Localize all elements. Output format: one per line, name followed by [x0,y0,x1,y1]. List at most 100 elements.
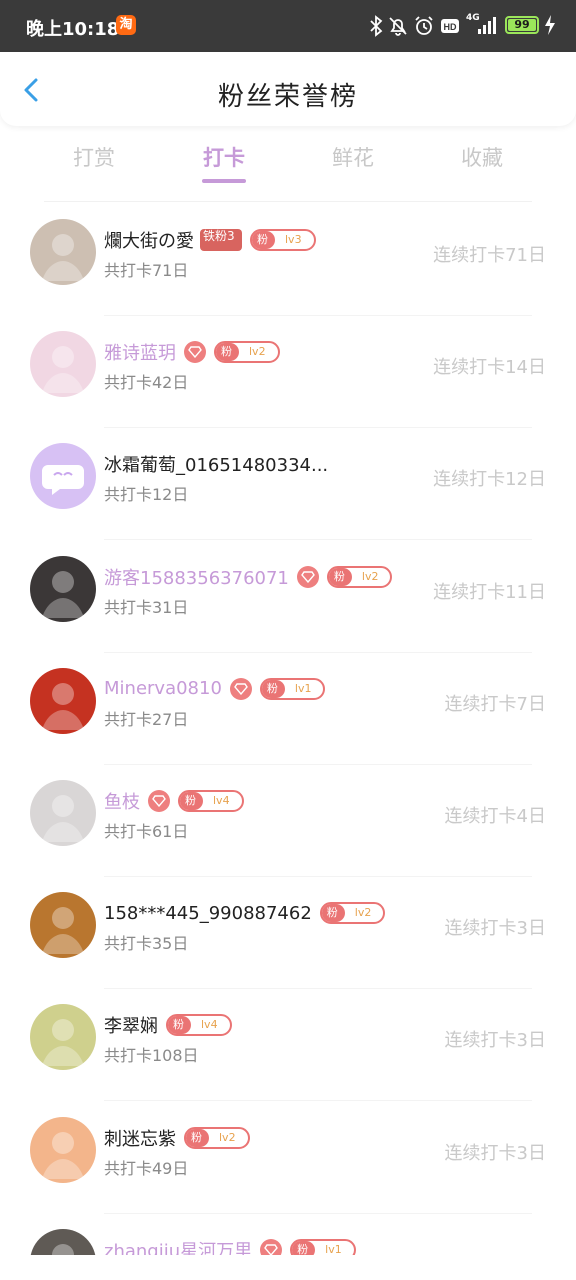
user-name[interactable]: 雅诗蓝玥 [104,339,176,365]
avatar[interactable] [30,1228,96,1255]
list-item[interactable]: 刺迷忘紫粉 lv2 共打卡49日 连续打卡3日 [0,1101,576,1214]
avatar[interactable] [30,443,96,510]
avatar-photo-icon [42,907,84,955]
checkin-streak: 连续打卡3日 [444,1142,546,1164]
name-line: 爛大街の愛 铁粉3 粉 lv3 [104,227,316,253]
total-checkins: 共打卡108日 [104,1046,199,1066]
avatar[interactable] [30,892,96,959]
user-name[interactable]: zhangjiu星河万里 [104,1237,252,1255]
fan-level-badge: 粉 lv1 [259,677,326,700]
fan-level-badge: 粉 lv4 [178,790,244,812]
avatar-photo-icon [42,1019,84,1067]
user-name[interactable]: 李翠娴 [104,1012,158,1038]
divider [44,201,532,202]
alarm-icon [415,16,433,35]
tab-flowers[interactable]: 鲜花 [313,142,393,172]
status-time: 晚上10:18 [26,19,120,40]
mute-bell-icon [389,17,407,36]
iron-fan-badge: 铁粉3 [200,229,242,251]
list-item[interactable]: 雅诗蓝玥 粉 lv2 共打卡42日 连续打卡14日 [0,315,576,429]
bluetooth-icon [370,15,383,37]
list-item[interactable]: 158***445_990887462 粉 lv2 共打卡35日 连续打卡3日 [0,876,576,990]
list-item[interactable]: 鱼枝 粉 lv4 共打卡61日 连续打卡4日 [0,764,576,877]
list-item[interactable]: Minerva0810 粉 lv1 共打卡27日 连续打卡7日 [0,652,576,765]
fan-tag-label: 粉 [252,231,275,249]
chat-bubble-icon [42,465,84,496]
fan-level: lv2 [354,906,372,920]
diamond-icon [184,341,206,364]
total-checkins: 共打卡61日 [104,822,189,841]
fan-tag-label: 粉 [328,567,352,586]
tab-favorites[interactable]: 收藏 [442,142,522,172]
fan-level: lv4 [213,794,230,807]
checkin-streak: 连续打卡14日 [433,357,546,379]
avatar-photo-icon [42,1131,84,1179]
fan-level: lv3 [285,233,302,246]
user-name[interactable]: 游客1588356376071 [104,564,289,590]
checkin-streak: 连续打卡3日 [445,1251,546,1256]
tab-checkin[interactable]: 打卡 [184,142,264,172]
user-name[interactable]: 鱼枝 [104,788,140,814]
fan-level-badge: 粉 lv2 [326,565,393,588]
app-header: 粉丝荣誉榜 [0,52,576,126]
avatar-photo-icon [42,682,84,730]
checkin-streak: 连续打卡3日 [444,918,546,940]
user-name[interactable]: 爛大街の愛 [104,227,194,253]
checkin-streak: 连续打卡7日 [444,693,546,715]
total-checkins: 共打卡31日 [104,597,189,617]
avatar[interactable] [30,1116,96,1183]
active-tab-indicator [202,179,246,183]
signal-icon [478,17,496,34]
fan-level-badge: 粉 lv2 [184,1126,250,1149]
avatar-photo-icon [42,570,84,618]
user-name[interactable]: 158***445_990887462 [104,903,312,924]
battery-level: 99 [508,19,536,31]
taobao-app-icon: 淘 [116,15,136,35]
fan-level: lv4 [201,1018,218,1032]
fan-level: lv2 [361,569,379,583]
fan-level-badge: 粉 lv4 [166,1014,232,1037]
fan-tag-label: 粉 [321,904,345,923]
avatar[interactable] [30,219,96,285]
user-name[interactable]: 刺迷忘紫 [104,1125,176,1151]
total-checkins: 共打卡27日 [104,709,189,729]
avatar[interactable] [30,1004,96,1071]
name-line: 刺迷忘紫粉 lv2 [104,1125,250,1151]
name-line: zhangjiu星河万里 粉 lv1 [104,1237,356,1255]
fan-ranking-list: 爛大街の愛 铁粉3 粉 lv3 共打卡71日 连续打卡71日 雅诗蓝玥粉 lv2 共打卡42日连… [0,203,576,1255]
fan-level-badge: 粉 lv3 [250,229,316,251]
diamond-icon [148,790,170,812]
avatar[interactable] [30,780,96,846]
checkin-streak: 连续打卡3日 [444,1030,546,1052]
fan-level: lv1 [325,1242,342,1255]
battery-indicator: 99 [505,16,539,34]
avatar[interactable] [30,555,96,622]
charging-icon [545,15,555,35]
list-item[interactable]: 爛大街の愛 铁粉3 粉 lv3 共打卡71日 连续打卡71日 [0,203,576,316]
list-item[interactable]: 李翠娴粉 lv4 共打卡108日 连续打卡3日 [0,988,576,1102]
user-name[interactable]: 冰霜葡萄_01651480334... [104,451,328,477]
list-item[interactable]: 冰霜葡萄_01651480334... 共打卡12日 连续打卡12日 [0,427,576,541]
avatar-photo-icon [42,234,84,281]
name-line: 158***445_990887462 粉 lv2 [104,900,386,926]
fan-tag-label: 粉 [292,1240,316,1255]
fan-tag-label: 粉 [180,792,203,810]
avatar[interactable] [30,331,96,398]
avatar-photo-icon [42,795,84,842]
tab-reward[interactable]: 打赏 [54,142,134,172]
fan-level-badge: 粉 lv2 [319,902,386,925]
checkin-streak: 连续打卡71日 [433,245,546,266]
fan-tag-label: 粉 [186,1128,209,1147]
fan-tag-label: 粉 [261,679,285,698]
name-line: 游客1588356376071 粉 lv2 [104,564,393,590]
fan-level-badge: 粉 lv2 [214,341,280,364]
avatar[interactable] [30,667,96,734]
user-name[interactable]: Minerva0810 [104,678,222,699]
avatar-photo-icon [42,346,84,394]
fan-level-badge: 粉 lv1 [290,1238,356,1255]
total-checkins: 共打卡35日 [104,934,189,954]
list-item[interactable]: zhangjiu星河万里粉lv1共打卡连续打卡3日 [0,1213,576,1255]
name-line: 冰霜葡萄_01651480334... [104,451,328,477]
list-item[interactable]: 游客1588356376071 粉 lv2 共打卡31日 连续打卡11日 [0,540,576,653]
status-bar: 晚上10:18 淘 HD 4G 99 [0,0,576,52]
